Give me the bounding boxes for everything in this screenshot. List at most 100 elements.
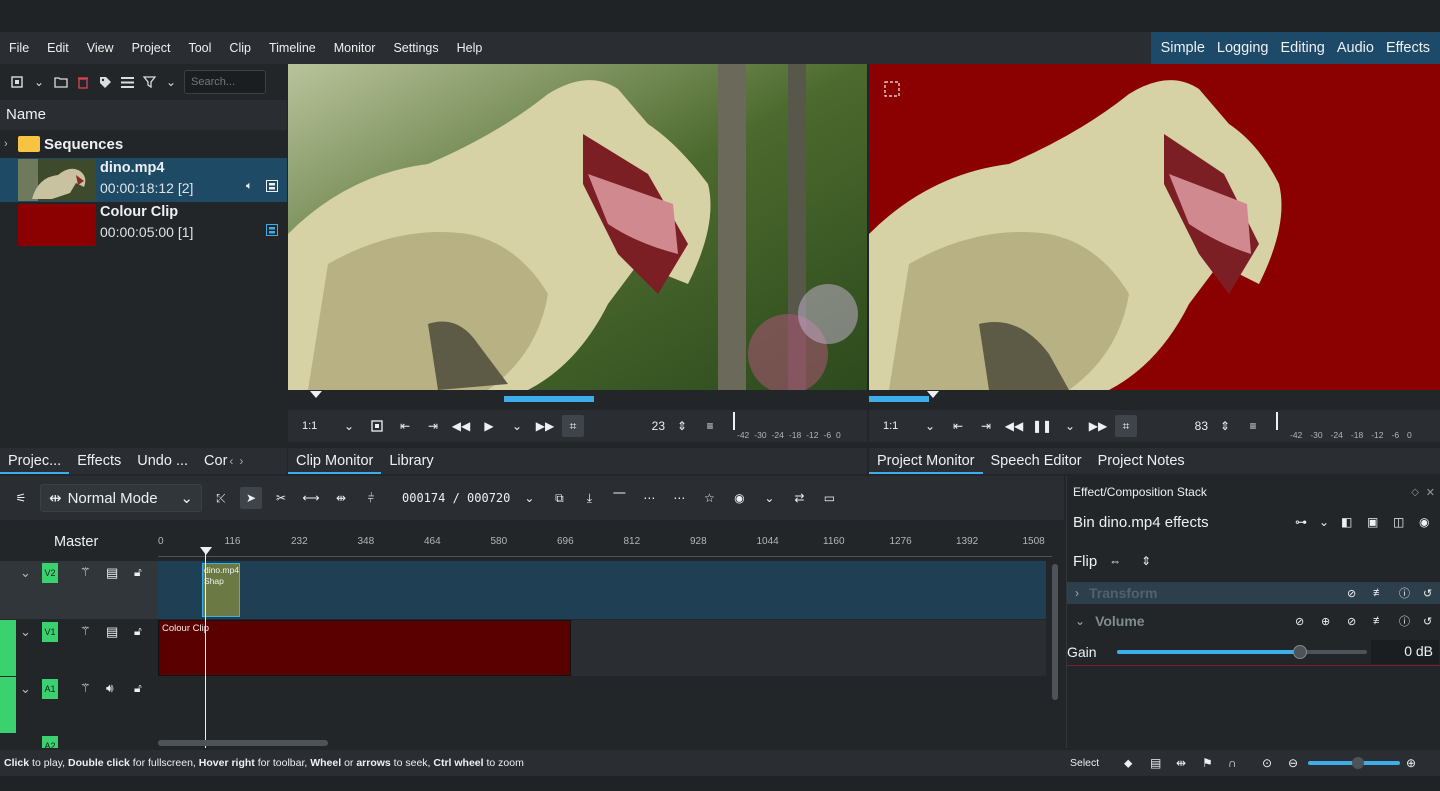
timeline-clip[interactable]: dino.mp4 Shap bbox=[202, 563, 240, 617]
film-icon[interactable] bbox=[266, 180, 278, 195]
hide-keyframes-icon[interactable]: ⊘ bbox=[1347, 615, 1356, 628]
track-active-marker[interactable] bbox=[0, 677, 16, 733]
close-icon[interactable]: ✕ bbox=[1426, 486, 1435, 499]
effect-wand-icon[interactable]: ⚚ bbox=[80, 624, 91, 638]
filter-icon[interactable] bbox=[140, 73, 158, 91]
bin-folder-row[interactable]: › Sequences bbox=[0, 132, 287, 156]
effect-volume-header[interactable]: ⌄ Volume ⊘ ⊕ ⊘ ≢ ⓘ ↺ bbox=[1067, 610, 1440, 632]
link-icon[interactable]: ⊶ bbox=[1295, 515, 1307, 529]
star-icon[interactable]: ☆ bbox=[698, 487, 720, 509]
bin-clip-row[interactable]: dino.mp4 00:00:18:12 [2] 🔈︎ bbox=[0, 158, 287, 202]
subtitle-icon[interactable]: ▭ bbox=[818, 487, 840, 509]
split-view-icon[interactable]: ◫ bbox=[1393, 515, 1404, 529]
set-out-icon[interactable]: ⇥ bbox=[975, 415, 997, 437]
menu-timeline[interactable]: Timeline bbox=[260, 41, 325, 55]
frame-counter[interactable]: 83 bbox=[1195, 419, 1208, 433]
zoom-keyframes-icon[interactable]: ⊕ bbox=[1321, 615, 1330, 628]
track-label[interactable]: V1 bbox=[42, 622, 58, 642]
menu-edit[interactable]: Edit bbox=[38, 41, 78, 55]
timeline-ruler[interactable]: 0 116 232 348 464 580 696 812 928 1044 1160 1276 139… bbox=[158, 520, 1052, 558]
project-monitor-view[interactable] bbox=[869, 64, 1440, 390]
spinner-icon[interactable]: ⇕ bbox=[671, 415, 693, 437]
clip-monitor-view[interactable] bbox=[288, 64, 867, 390]
bin-column-header[interactable]: Name bbox=[0, 100, 287, 130]
reset-icon[interactable]: ↺ bbox=[1423, 587, 1432, 600]
chevron-right-icon[interactable]: › bbox=[0, 138, 18, 150]
lock-icon[interactable]: 🔓︎ bbox=[134, 681, 142, 696]
film-icon[interactable]: ▤ bbox=[106, 624, 118, 640]
play-icon[interactable]: ▶ bbox=[478, 415, 500, 437]
chevron-down-icon[interactable]: ⌄ bbox=[20, 565, 31, 581]
flip-horizontal-icon[interactable]: ⇔ bbox=[1109, 554, 1121, 568]
mixer-icon[interactable]: ⇄ bbox=[788, 487, 810, 509]
layout-simple[interactable]: Simple bbox=[1155, 40, 1211, 56]
track-header-a2[interactable]: A2 bbox=[0, 734, 158, 748]
film-icon[interactable]: ▤ bbox=[1150, 756, 1161, 770]
track-lane-v1[interactable]: Colour Clip bbox=[158, 620, 1046, 676]
lock-icon[interactable]: 🔓︎ bbox=[134, 565, 142, 580]
tab-effects[interactable]: Effects bbox=[69, 448, 129, 474]
horizontal-scrollbar[interactable] bbox=[158, 740, 328, 746]
tab-project-monitor[interactable]: Project Monitor bbox=[869, 448, 983, 474]
bin-clip-row[interactable]: Colour Clip 00:00:05:00 [1] bbox=[0, 202, 287, 246]
tab-undo[interactable]: Undo ... bbox=[129, 448, 196, 474]
chevron-right-icon[interactable]: › bbox=[233, 448, 243, 474]
menu-icon[interactable]: ≡ bbox=[699, 415, 721, 437]
timeline-clip[interactable]: Colour Clip bbox=[158, 620, 571, 676]
disable-effect-icon[interactable]: ⊘ bbox=[1295, 615, 1304, 628]
zoom-fit-icon[interactable]: ⊙ bbox=[1262, 756, 1272, 770]
delete-icon[interactable] bbox=[74, 73, 92, 91]
select-mode-label[interactable]: Select bbox=[1070, 757, 1099, 769]
layout-audio[interactable]: Audio bbox=[1331, 40, 1380, 56]
flag-icon[interactable]: ⚑ bbox=[1202, 756, 1213, 770]
zoom-out-icon[interactable]: ⊖ bbox=[1288, 756, 1298, 770]
track-label[interactable]: A1 bbox=[42, 679, 58, 699]
zoom-in-icon[interactable]: ⊕ bbox=[1406, 756, 1416, 770]
insert-icon[interactable]: ⧉ bbox=[548, 487, 570, 509]
track-header-v2[interactable]: ⌄ V2 ⚚ ▤ 🔓︎ bbox=[0, 561, 158, 619]
menu-file[interactable]: File bbox=[0, 41, 38, 55]
tab-library[interactable]: Library bbox=[381, 448, 441, 474]
chevron-down-icon[interactable]: ⌄ bbox=[20, 624, 31, 640]
set-out-icon[interactable]: ⇥ bbox=[422, 415, 444, 437]
effect-wand-icon[interactable]: ⚚ bbox=[80, 565, 91, 579]
record-icon[interactable]: ◉ bbox=[728, 487, 750, 509]
chevron-down-icon[interactable]: ⌄ bbox=[1059, 415, 1081, 437]
rewind-icon[interactable]: ◀◀ bbox=[450, 415, 472, 437]
chevron-down-icon[interactable]: ⌄ bbox=[1075, 614, 1085, 628]
track-label[interactable]: A2 bbox=[42, 736, 58, 748]
menu-help[interactable]: Help bbox=[448, 41, 492, 55]
zoom-label[interactable]: 1:1 bbox=[883, 420, 903, 432]
frame-counter[interactable]: 23 bbox=[652, 419, 665, 433]
fullscreen-icon[interactable] bbox=[366, 415, 388, 437]
magnet-icon[interactable]: ∩ bbox=[1228, 756, 1237, 770]
tag-icon[interactable]: ⬥ bbox=[1124, 756, 1132, 771]
project-monitor-ruler[interactable] bbox=[869, 390, 1440, 404]
chevron-down-icon[interactable]: ⌄ bbox=[30, 73, 48, 91]
layout-editing[interactable]: Editing bbox=[1275, 40, 1331, 56]
chevron-down-icon[interactable]: ⌄ bbox=[1319, 515, 1329, 529]
ripple-icon[interactable]: ⤪ bbox=[210, 487, 232, 509]
timeline-timecode[interactable]: 000174 / 000720 bbox=[402, 491, 510, 505]
zoom-slider-handle[interactable] bbox=[1352, 757, 1364, 769]
effect-settings-icon[interactable]: ≢ bbox=[1373, 615, 1384, 627]
playhead-line[interactable] bbox=[205, 554, 206, 748]
menu-clip[interactable]: Clip bbox=[220, 41, 260, 55]
menu-project[interactable]: Project bbox=[123, 41, 180, 55]
track-lane-v2[interactable]: dino.mp4 Shap bbox=[158, 561, 1046, 619]
vertical-scrollbar[interactable] bbox=[1052, 564, 1058, 700]
overwrite-icon[interactable]: ⤓ bbox=[578, 487, 600, 509]
menu-view[interactable]: View bbox=[78, 41, 123, 55]
menu-monitor[interactable]: Monitor bbox=[325, 41, 385, 55]
list-view-icon[interactable] bbox=[118, 73, 136, 91]
effect-settings-icon[interactable]: ≢ bbox=[1373, 587, 1384, 599]
clip-monitor-ruler[interactable] bbox=[288, 390, 867, 404]
chevron-right-icon[interactable]: › bbox=[1075, 586, 1079, 600]
forward-icon[interactable]: ▶▶ bbox=[534, 415, 556, 437]
save-effect-icon[interactable]: ▣ bbox=[1367, 515, 1378, 529]
multicam-tool-icon[interactable]: ⫩ bbox=[360, 487, 382, 509]
track-active-marker[interactable] bbox=[0, 620, 16, 676]
effect-transform-header[interactable]: › Transform ⊘ ≢ ⓘ ↺ bbox=[1067, 582, 1440, 604]
chevron-down-icon[interactable]: ⌄ bbox=[338, 415, 360, 437]
info-icon[interactable]: ⓘ bbox=[1399, 585, 1410, 601]
